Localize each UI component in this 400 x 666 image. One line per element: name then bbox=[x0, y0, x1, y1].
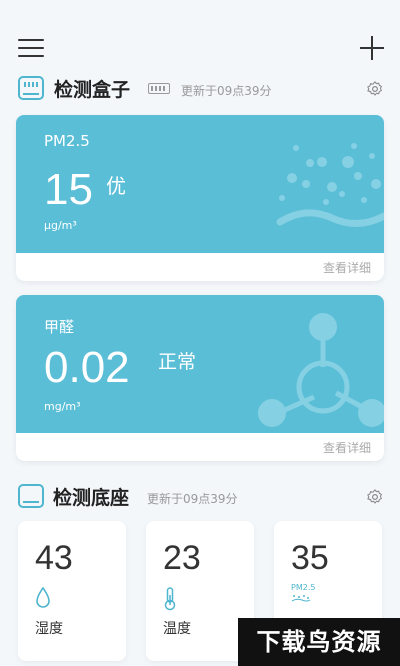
temperature-label: 温度 bbox=[163, 621, 191, 637]
pm25-tile-value: 35 bbox=[291, 539, 329, 577]
gear-icon[interactable] bbox=[366, 80, 384, 98]
pm25-card-footer: 查看详细 bbox=[16, 253, 384, 281]
particles-icon bbox=[276, 143, 384, 227]
formaldehyde-value: 0.02 bbox=[44, 343, 130, 392]
gear-icon[interactable] bbox=[366, 488, 384, 506]
box-section-header: 检测盒子 更新于09点39分 bbox=[18, 74, 384, 102]
pm25-unit: μg/m³ bbox=[44, 219, 77, 232]
molecule-icon bbox=[258, 313, 384, 427]
formaldehyde-detail-link[interactable]: 查看详细 bbox=[323, 439, 371, 456]
pm-icon-label: PM2.5 bbox=[291, 583, 316, 592]
battery-icon bbox=[148, 83, 170, 94]
temperature-value: 23 bbox=[163, 539, 201, 577]
pm25-detail-link[interactable]: 查看详细 bbox=[323, 259, 371, 276]
thermometer-icon bbox=[164, 587, 176, 611]
box-section-title: 检测盒子 bbox=[54, 79, 131, 101]
pm25-card[interactable]: PM2.5 15 优 μg/m³ 查看详细 bbox=[16, 115, 384, 281]
humidity-tile[interactable]: 43 湿度 bbox=[18, 521, 126, 661]
pm-dots-icon bbox=[291, 595, 311, 602]
pm25-label: PM2.5 bbox=[44, 132, 90, 150]
watermark-text: 下载鸟资源 bbox=[256, 628, 382, 656]
device-base-icon bbox=[18, 484, 44, 508]
top-bar bbox=[0, 0, 400, 70]
plus-icon[interactable] bbox=[360, 36, 384, 60]
pm-icon: PM2.5 bbox=[291, 584, 315, 602]
pm25-grade: 优 bbox=[106, 174, 126, 198]
device-box-icon bbox=[18, 76, 44, 100]
base-section-title: 检测底座 bbox=[53, 487, 130, 509]
pm25-value: 15 bbox=[44, 165, 93, 214]
formaldehyde-unit: mg/m³ bbox=[44, 400, 81, 413]
box-update-time: 更新于09点39分 bbox=[181, 84, 272, 98]
formaldehyde-card-footer: 查看详细 bbox=[16, 433, 384, 461]
humidity-label: 湿度 bbox=[35, 621, 63, 637]
menu-icon[interactable] bbox=[18, 39, 44, 57]
formaldehyde-grade: 正常 bbox=[158, 351, 197, 373]
watermark-logo: 下载鸟资源 bbox=[238, 618, 400, 666]
water-drop-icon bbox=[36, 587, 50, 608]
formaldehyde-label: 甲醛 bbox=[44, 318, 75, 336]
humidity-value: 43 bbox=[35, 539, 73, 577]
base-update-time: 更新于09点39分 bbox=[147, 492, 238, 506]
formaldehyde-card[interactable]: 甲醛 0.02 正常 mg/m³ 查看详细 bbox=[16, 295, 384, 461]
base-section-header: 检测底座 更新于09点39分 bbox=[18, 482, 384, 510]
